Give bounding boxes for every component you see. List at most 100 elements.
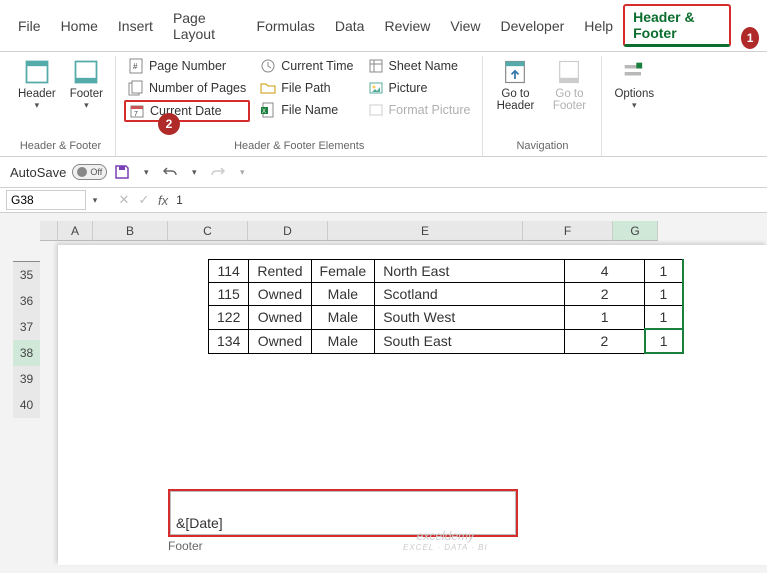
chevron-down-icon: ▾: [84, 100, 89, 111]
accept-formula[interactable]: ✓: [134, 192, 154, 208]
tab-formulas[interactable]: Formulas: [247, 13, 325, 39]
tab-data[interactable]: Data: [325, 13, 375, 39]
col-header-b[interactable]: B: [93, 221, 168, 241]
tab-review[interactable]: Review: [374, 13, 440, 39]
group-label-hf: Header & Footer: [20, 138, 101, 156]
group-header-footer: Header ▾ Footer ▾ Header & Footer: [6, 56, 116, 156]
tab-developer[interactable]: Developer: [490, 13, 574, 39]
qat-dropdown[interactable]: ▾: [137, 163, 155, 181]
cancel-formula[interactable]: ✕: [114, 192, 134, 208]
go-header-label: Go to Header: [495, 88, 535, 112]
row-header[interactable]: 36: [13, 288, 40, 314]
row-header[interactable]: 39: [13, 366, 40, 392]
table-row[interactable]: 134OwnedMaleSouth East21: [209, 329, 683, 353]
fx-icon[interactable]: fx: [154, 193, 172, 208]
row-header[interactable]: 35: [13, 262, 40, 288]
col-header-g[interactable]: G: [613, 221, 658, 241]
group-label-options: [633, 138, 636, 156]
go-to-header-button[interactable]: Go to Header: [491, 56, 539, 114]
tab-header-footer[interactable]: Header & Footer: [623, 4, 731, 47]
col-header-d[interactable]: D: [248, 221, 328, 241]
col-header-e[interactable]: E: [328, 221, 523, 241]
svg-text:#: #: [133, 62, 138, 71]
tab-insert[interactable]: Insert: [108, 13, 163, 39]
go-header-icon: [501, 58, 529, 86]
group-label-nav: Navigation: [516, 138, 568, 156]
chevron-down-icon: ▾: [35, 100, 40, 111]
worksheet-area: A B C D E F G 35 36 37 38 39 40 114Rente…: [0, 213, 767, 573]
column-headers: A B C D E F G: [40, 221, 658, 241]
tab-view[interactable]: View: [440, 13, 490, 39]
go-to-footer-button: Go to Footer: [545, 56, 593, 114]
group-options: Options ▾: [602, 56, 666, 156]
col-header-a[interactable]: A: [58, 221, 93, 241]
file-name-button[interactable]: XFile Name: [256, 100, 357, 120]
page-preview[interactable]: 114RentedFemaleNorth East41 115OwnedMale…: [58, 245, 767, 565]
header-label: Header: [18, 88, 56, 100]
go-footer-label: Go to Footer: [549, 88, 589, 112]
chevron-down-icon: ▾: [632, 100, 637, 111]
page-number-button[interactable]: #Page Number: [124, 56, 250, 76]
folder-icon: [260, 80, 276, 96]
row-header[interactable]: 38: [13, 340, 40, 366]
tab-home[interactable]: Home: [51, 13, 108, 39]
namebox-dropdown[interactable]: ▾: [86, 191, 104, 209]
tab-page-layout[interactable]: Page Layout: [163, 5, 247, 47]
file-path-button[interactable]: File Path: [256, 78, 357, 98]
col-header-c[interactable]: C: [168, 221, 248, 241]
clock-icon: [260, 58, 276, 74]
svg-text:X: X: [262, 109, 266, 115]
row-headers: 35 36 37 38 39 40: [13, 261, 40, 418]
undo-dropdown[interactable]: ▾: [185, 163, 203, 181]
autosave-label: AutoSave: [10, 165, 66, 180]
formula-bar: ▾ ✕ ✓ fx 1: [0, 188, 767, 213]
header-icon: [23, 58, 51, 86]
undo-button[interactable]: [161, 163, 179, 181]
ribbon-body: Header ▾ Footer ▾ Header & Footer #Page …: [0, 52, 767, 157]
formula-input[interactable]: 1: [172, 191, 761, 209]
excel-file-icon: X: [260, 102, 276, 118]
group-label-elements: Header & Footer Elements: [234, 138, 364, 156]
group-navigation: Go to Header Go to Footer Navigation: [483, 56, 602, 156]
quick-access-toolbar: AutoSave Off ▾ ▾ ▾: [0, 157, 767, 188]
table-row[interactable]: 122OwnedMaleSouth West11: [209, 306, 683, 330]
picture-button[interactable]: Picture: [364, 78, 475, 98]
tab-help[interactable]: Help: [574, 13, 623, 39]
format-picture-button: Format Picture: [364, 100, 475, 120]
watermark: exceldemy EXCEL · DATA · BI: [403, 529, 488, 552]
data-table: 114RentedFemaleNorth East41 115OwnedMale…: [208, 259, 684, 354]
picture-icon: [368, 80, 384, 96]
autosave-toggle[interactable]: Off: [72, 164, 107, 180]
redo-dropdown[interactable]: ▾: [233, 163, 251, 181]
footer-icon: [72, 58, 100, 86]
name-box[interactable]: [6, 190, 86, 210]
page-number-icon: #: [128, 58, 144, 74]
format-picture-icon: [368, 102, 384, 118]
save-button[interactable]: [113, 163, 131, 181]
options-icon: [620, 58, 648, 86]
callout-1: 1: [741, 27, 759, 49]
row-header[interactable]: 40: [13, 392, 40, 418]
footer-label: Footer: [70, 88, 103, 100]
callout-2: 2: [158, 113, 180, 135]
group-elements: #Page Number Number of Pages 7Current Da…: [116, 56, 484, 156]
redo-button[interactable]: [209, 163, 227, 181]
table-row[interactable]: 115OwnedMaleScotland21: [209, 283, 683, 306]
options-button[interactable]: Options ▾: [610, 56, 658, 113]
go-footer-icon: [555, 58, 583, 86]
table-row[interactable]: 114RentedFemaleNorth East41: [209, 260, 683, 283]
current-date-button[interactable]: 7Current Date: [124, 100, 250, 122]
row-header[interactable]: 37: [13, 314, 40, 340]
num-pages-icon: [128, 80, 144, 96]
svg-text:7: 7: [134, 111, 138, 118]
ribbon-tabs: File Home Insert Page Layout Formulas Da…: [0, 0, 767, 52]
number-of-pages-button[interactable]: Number of Pages: [124, 78, 250, 98]
current-time-button[interactable]: Current Time: [256, 56, 357, 76]
calendar-icon: 7: [129, 103, 145, 119]
options-label: Options: [614, 88, 654, 100]
tab-file[interactable]: File: [8, 13, 51, 39]
sheet-name-button[interactable]: Sheet Name: [364, 56, 475, 76]
footer-button[interactable]: Footer ▾: [66, 56, 107, 113]
col-header-f[interactable]: F: [523, 221, 613, 241]
header-button[interactable]: Header ▾: [14, 56, 60, 113]
